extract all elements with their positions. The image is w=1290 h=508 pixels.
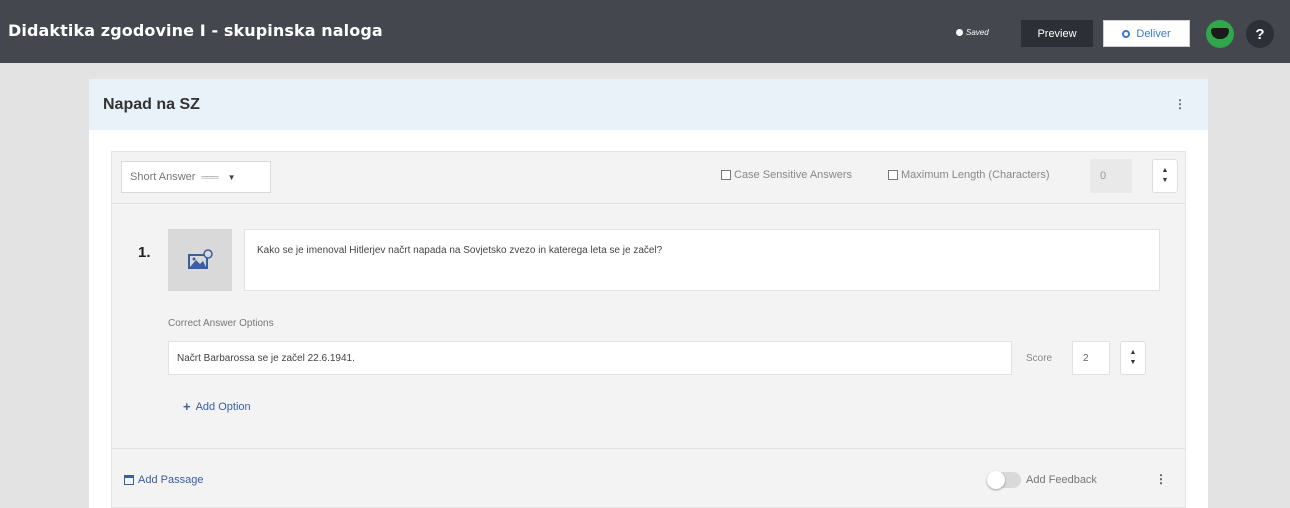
question-toolbar: Short Answer ═══ ▼ Case Sensitive Answer… [112, 152, 1185, 204]
max-length-stepper[interactable]: ▲ ▼ [1152, 159, 1178, 193]
question-text-input[interactable]: Kako se je imenoval Hitlerjev načrt napa… [244, 229, 1160, 291]
add-option-label: Add Option [195, 400, 251, 413]
chevron-down-icon[interactable]: ▼ [1130, 358, 1137, 368]
deliver-icon [1122, 29, 1131, 38]
user-avatar[interactable] [1206, 20, 1234, 48]
add-passage-button[interactable]: Add Passage [124, 474, 203, 486]
chevron-down-icon: ▼ [227, 172, 236, 182]
chevron-up-icon[interactable]: ▲ [1162, 166, 1169, 176]
case-sensitive-option[interactable]: Case Sensitive Answers [721, 169, 852, 181]
section-card: Napad na SZ ⋮ Short Answer ═══ ▼ Case Se… [89, 79, 1208, 508]
help-button[interactable]: ? [1246, 20, 1274, 48]
assessment-title: Didaktika zgodovine I - skupinska naloga [8, 21, 383, 40]
max-length-input[interactable]: 0 [1090, 159, 1132, 193]
max-length-label: Maximum Length (Characters) [901, 169, 1050, 181]
add-feedback-label: Add Feedback [1026, 474, 1097, 486]
deliver-button[interactable]: Deliver [1103, 20, 1190, 47]
max-length-checkbox[interactable] [888, 170, 898, 180]
image-add-icon [188, 249, 213, 269]
saved-label: Saved [966, 28, 989, 37]
short-answer-icon: ═══ [201, 172, 218, 182]
question-block: Short Answer ═══ ▼ Case Sensitive Answer… [111, 151, 1186, 508]
graduation-cap-icon [1211, 28, 1229, 39]
max-length-option[interactable]: Maximum Length (Characters) [888, 169, 1050, 181]
answer-options-label: Correct Answer Options [168, 318, 274, 329]
score-input[interactable]: 2 [1072, 341, 1110, 375]
saved-status: Saved [956, 28, 989, 37]
question-type-label: Short Answer [130, 171, 196, 183]
case-sensitive-checkbox[interactable] [721, 170, 731, 180]
calendar-icon [124, 475, 134, 485]
deliver-label: Deliver [1136, 27, 1171, 40]
score-stepper[interactable]: ▲ ▼ [1120, 341, 1146, 375]
chevron-up-icon[interactable]: ▲ [1130, 348, 1137, 358]
feedback-toggle[interactable] [987, 471, 1021, 489]
more-vertical-icon[interactable]: ⋮ [1174, 97, 1186, 111]
question-number: 1. [138, 244, 151, 261]
preview-button[interactable]: Preview [1021, 20, 1093, 47]
add-option-button[interactable]: + Add Option [183, 399, 251, 414]
chevron-down-icon[interactable]: ▼ [1162, 176, 1169, 186]
add-image-button[interactable] [168, 229, 232, 291]
question-type-select[interactable]: Short Answer ═══ ▼ [121, 161, 271, 193]
top-bar: Didaktika zgodovine I - skupinska naloga… [0, 0, 1290, 63]
saved-icon [956, 29, 963, 36]
score-label: Score [1026, 353, 1053, 364]
case-sensitive-label: Case Sensitive Answers [734, 169, 852, 181]
plus-icon: + [183, 399, 191, 414]
toggle-knob[interactable] [987, 471, 1005, 489]
answer-option-input[interactable]: Načrt Barbarossa se je začel 22.6.1941. [168, 341, 1012, 375]
more-vertical-icon[interactable]: ⋮ [1155, 472, 1167, 486]
add-passage-label: Add Passage [138, 474, 204, 486]
section-header: Napad na SZ ⋮ [89, 79, 1208, 130]
question-footer: Add Passage Add Feedback ⋮ [112, 448, 1185, 508]
section-title[interactable]: Napad na SZ [103, 96, 200, 114]
